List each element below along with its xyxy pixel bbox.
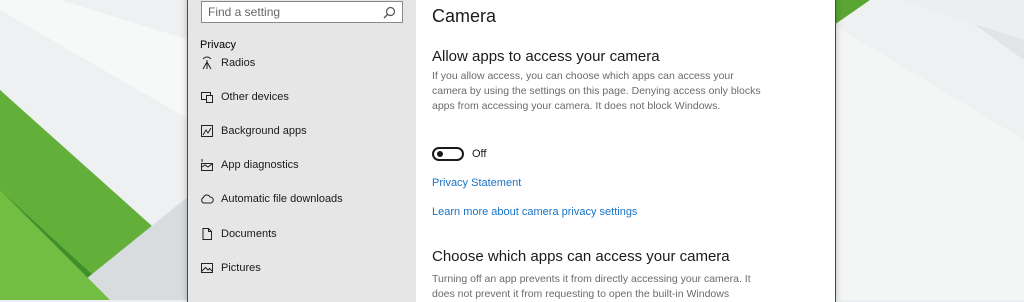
search-input[interactable]: [208, 4, 378, 20]
sidebar-item-label: Pictures: [221, 262, 261, 274]
allow-access-heading: Allow apps to access your camera: [432, 48, 660, 65]
search-box[interactable]: [201, 1, 403, 23]
document-icon: [202, 228, 212, 240]
learn-more-link[interactable]: Learn more about camera privacy settings: [432, 206, 637, 218]
choose-apps-description: Turning off an app prevents it from dire…: [432, 273, 751, 300]
sidebar-item-app-diagnostics[interactable]: App diagnostics: [188, 150, 416, 180]
sidebar-item-automatic-file-downloads[interactable]: Automatic file downloads: [188, 184, 416, 214]
sidebar-item-radios[interactable]: Radios: [188, 48, 416, 78]
sidebar-item-label: Documents: [221, 228, 277, 240]
settings-window: Privacy Radios Other devices: [187, 0, 836, 302]
sidebar-item-background-apps[interactable]: Background apps: [188, 116, 416, 146]
choose-apps-heading: Choose which apps can access your camera: [432, 248, 730, 265]
page-title: Camera: [432, 6, 497, 26]
allow-access-description: If you allow access, you can choose whic…: [432, 70, 761, 112]
camera-access-toggle[interactable]: [432, 147, 464, 161]
toggle-state-label: Off: [472, 148, 487, 160]
diagnostics-icon: [201, 159, 213, 171]
sidebar-item-label: App diagnostics: [221, 159, 299, 171]
devices-icon: [201, 92, 213, 103]
cloud-icon: [201, 194, 214, 204]
privacy-statement-link[interactable]: Privacy Statement: [432, 177, 521, 189]
sidebar-item-label: Radios: [221, 57, 256, 69]
toggle-knob: [437, 151, 443, 157]
search-icon[interactable]: [383, 6, 396, 19]
sidebar-item-label: Automatic file downloads: [221, 193, 343, 205]
sidebar-item-other-devices[interactable]: Other devices: [188, 82, 416, 112]
background-apps-icon: [201, 125, 213, 137]
radio-tower-icon: [202, 56, 212, 70]
picture-icon: [201, 263, 213, 273]
sidebar-item-documents[interactable]: Documents: [188, 219, 416, 249]
settings-sidebar: Privacy Radios Other devices: [188, 0, 416, 302]
sidebar-item-pictures[interactable]: Pictures: [188, 253, 416, 283]
sidebar-item-label: Other devices: [221, 91, 289, 103]
sidebar-item-label: Background apps: [221, 125, 307, 137]
